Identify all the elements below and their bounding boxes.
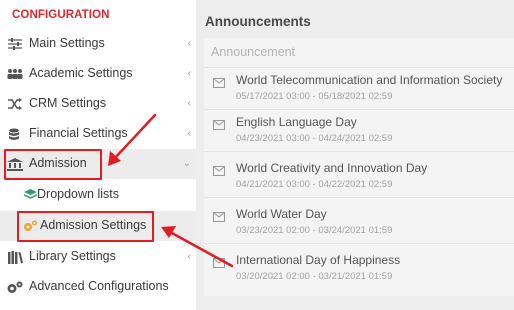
envelope-icon [213,78,225,88]
table-header: Announcement [211,45,296,59]
sidebar-item-crm-settings[interactable]: CRM Settings ‹ [0,89,196,119]
chevron-left-icon: ‹ [187,68,191,79]
chevron-left-icon: ‹ [187,251,191,262]
sidebar-item-label: Academic Settings [29,66,133,80]
sliders-icon [7,37,23,51]
announcement-dates: 03/23/2021 02:00 - 03/24/2021 01:59 [236,225,393,236]
highlight-box-admission [4,149,102,180]
chevron-down-icon: ⌄ [182,158,191,169]
sidebar-item-label: Main Settings [29,36,105,50]
announcement-dates: 04/23/2021 03:00 - 04/24/2021 02:59 [236,133,393,144]
sidebar-item-main-settings[interactable]: Main Settings ‹ [0,29,196,59]
cogs-icon [7,280,23,294]
shuffle-icon [7,97,23,111]
database-coins-icon [7,127,23,141]
announcement-title[interactable]: World Telecommunication and Information … [236,73,502,87]
envelope-icon [213,212,225,222]
sidebar-item-label: Dropdown lists [37,187,119,201]
sidebar-header: CONFIGURATION [12,9,110,21]
sidebar-item-label: Financial Settings [29,126,128,140]
highlight-box-admission-settings [17,211,154,242]
users-group-icon [7,67,23,81]
announcements-card: Announcement World Telecommunication and… [204,38,514,296]
layers-icon [22,188,38,202]
sidebar-item-label: CRM Settings [29,96,107,110]
announcement-dates: 04/21/2021 03:00 - 04/22/2021 02:59 [236,179,393,190]
sidebar-item-academic-settings[interactable]: Academic Settings ‹ [0,59,196,89]
sidebar-item-library-settings[interactable]: Library Settings ‹ [0,242,196,272]
chevron-left-icon: ‹ [187,128,191,139]
books-icon [7,250,23,264]
envelope-icon [213,120,225,130]
announcement-item[interactable]: World Water Day 03/23/2021 02:00 - 03/24… [204,202,514,244]
sidebar-item-dropdown-lists[interactable]: Dropdown lists [0,180,196,210]
announcement-title[interactable]: English Language Day [236,115,357,129]
announcement-title[interactable]: International Day of Happiness [236,253,400,267]
envelope-icon [213,166,225,176]
sidebar-item-label: Advanced Configurations [29,279,169,293]
announcement-dates: 03/20/2021 02:00 - 03/21/2021 01:59 [236,271,393,282]
chevron-left-icon: ‹ [187,38,191,49]
announcement-item[interactable]: World Telecommunication and Information … [204,68,514,110]
page-title: Announcements [205,14,311,29]
announcement-dates: 05/17/2021 03:00 - 05/18/2021 02:59 [236,91,393,102]
sidebar-item-advanced-configurations[interactable]: Advanced Configurations [0,272,196,302]
announcement-item[interactable]: International Day of Happiness 03/20/202… [204,248,514,290]
sidebar-item-label: Library Settings [29,249,116,263]
announcement-item[interactable]: English Language Day 04/23/2021 03:00 - … [204,110,514,152]
announcement-title[interactable]: World Water Day [236,207,327,221]
announcement-title[interactable]: World Creativity and Innovation Day [236,161,427,175]
envelope-icon [213,258,225,268]
main-panel: Announcements Announcement World Telecom… [196,0,514,310]
chevron-left-icon: ‹ [187,98,191,109]
sidebar-item-financial-settings[interactable]: Financial Settings ‹ [0,119,196,149]
announcement-item[interactable]: World Creativity and Innovation Day 04/2… [204,156,514,198]
